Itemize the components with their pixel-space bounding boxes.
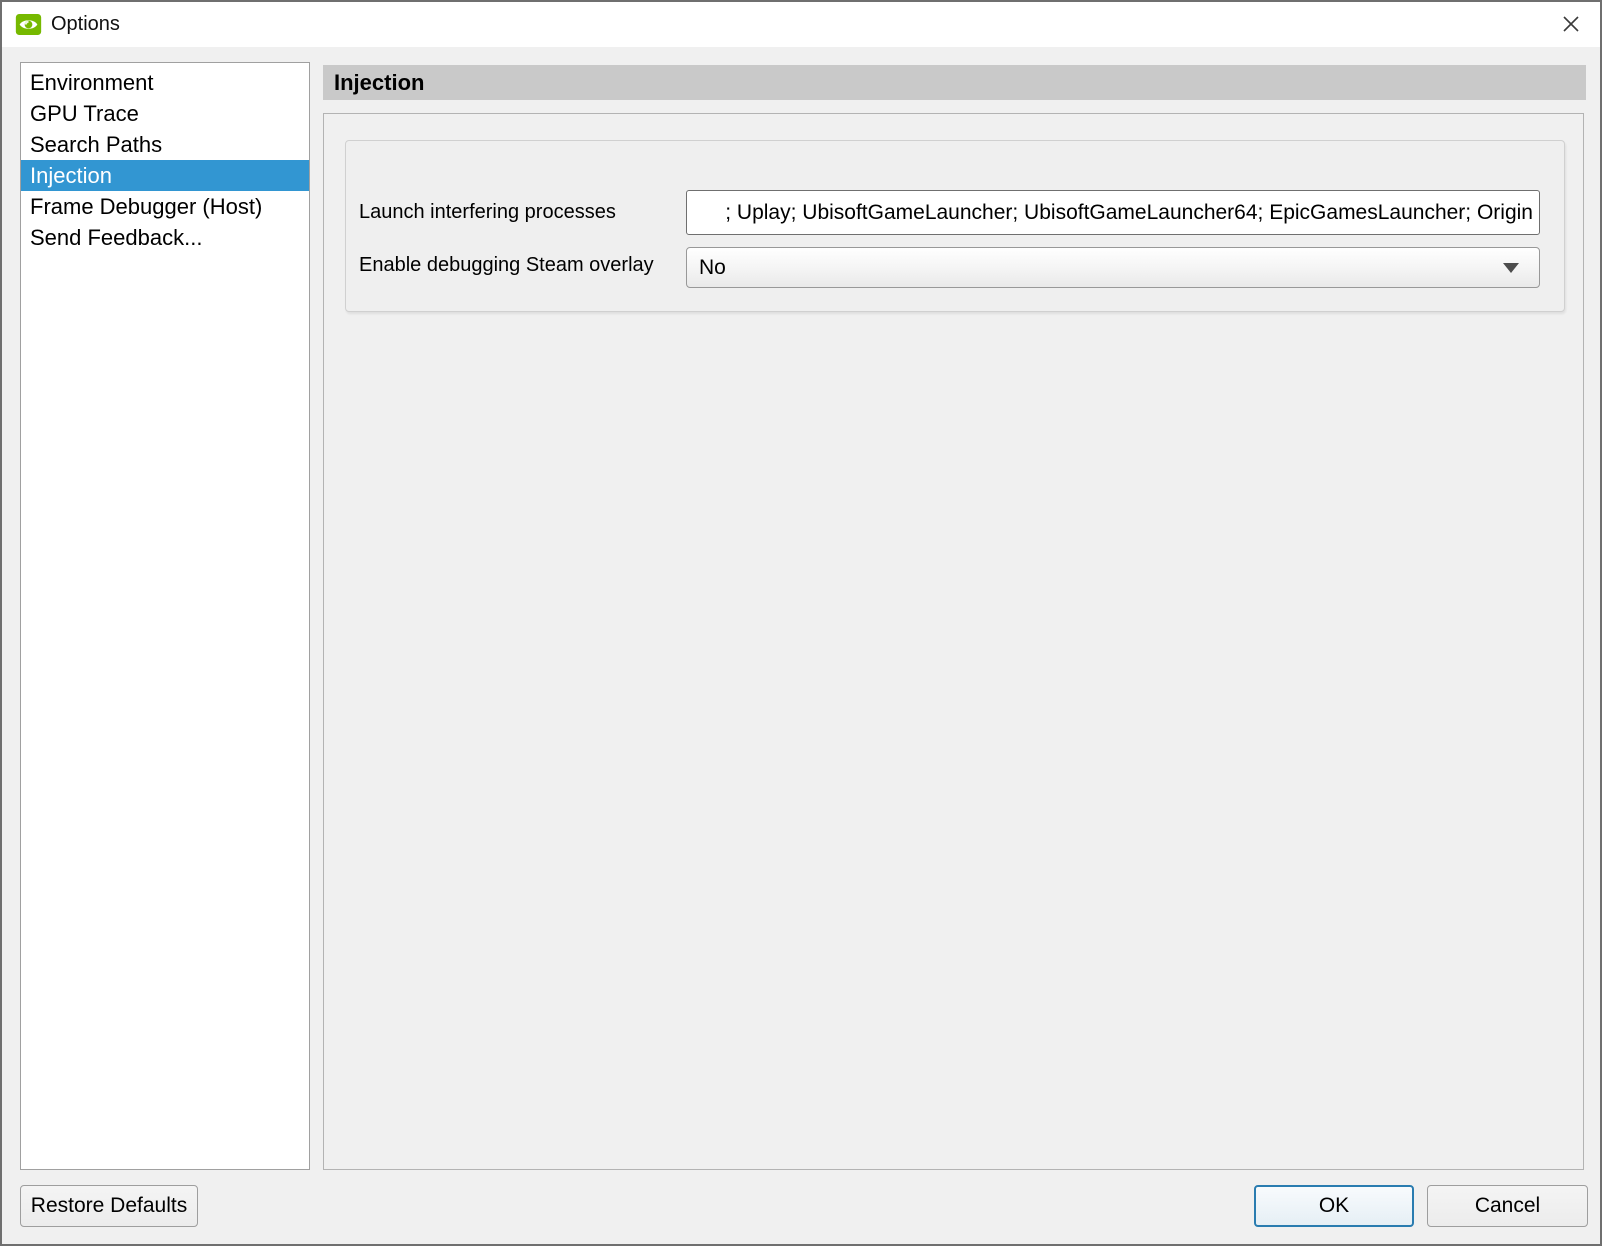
- window-title: Options: [51, 13, 120, 36]
- sidebar-item-environment[interactable]: Environment: [21, 67, 309, 98]
- steam-overlay-selected-value: No: [699, 256, 726, 280]
- sidebar-item-frame-debugger-host[interactable]: Frame Debugger (Host): [21, 191, 309, 222]
- options-dialog: Options Environment GPU Trace Search Pat…: [0, 0, 1602, 1246]
- sidebar-item-send-feedback[interactable]: Send Feedback...: [21, 222, 309, 253]
- settings-category-list: Environment GPU Trace Search Paths Injec…: [20, 62, 310, 1170]
- chevron-down-icon: [1503, 263, 1519, 273]
- restore-defaults-button[interactable]: Restore Defaults: [20, 1185, 198, 1227]
- cancel-button[interactable]: Cancel: [1427, 1185, 1588, 1227]
- sidebar-item-injection[interactable]: Injection: [21, 160, 309, 191]
- sidebar-item-gpu-trace[interactable]: GPU Trace: [21, 98, 309, 129]
- steam-overlay-label: Enable debugging Steam overlay: [359, 243, 654, 288]
- close-icon: [1560, 13, 1582, 35]
- launch-interfering-processes-input[interactable]: [686, 190, 1540, 235]
- steam-overlay-select[interactable]: No: [686, 247, 1540, 288]
- nvidia-logo-icon: [15, 11, 42, 38]
- close-button[interactable]: [1548, 5, 1594, 43]
- page-title: Injection: [323, 65, 1586, 100]
- sidebar-item-search-paths[interactable]: Search Paths: [21, 129, 309, 160]
- ok-button[interactable]: OK: [1254, 1185, 1414, 1227]
- title-bar: Options: [2, 2, 1600, 47]
- launch-interfering-processes-label: Launch interfering processes: [359, 190, 616, 235]
